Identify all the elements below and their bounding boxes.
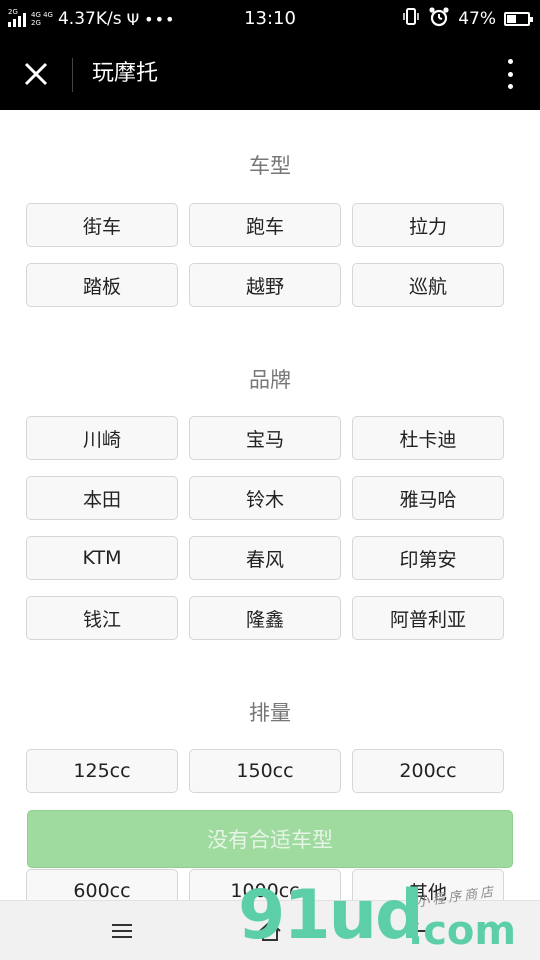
brand-option-indian[interactable]: 印第安 bbox=[352, 536, 504, 580]
brand-option-qianjiang[interactable]: 钱江 bbox=[26, 596, 178, 640]
displacement-option-200[interactable]: 200cc bbox=[352, 749, 504, 793]
watermark-tagline: 小程序商店 bbox=[415, 884, 497, 911]
no-suitable-model-button[interactable]: 没有合适车型 bbox=[27, 810, 513, 868]
battery-percent: 47% bbox=[458, 9, 496, 29]
type-option-sport[interactable]: 跑车 bbox=[189, 203, 341, 247]
watermark-main: 91ud bbox=[238, 876, 424, 955]
brand-option-bmw[interactable]: 宝马 bbox=[189, 416, 341, 460]
brand-option-aprilia[interactable]: 阿普利亚 bbox=[352, 596, 504, 640]
status-right-group: 47% bbox=[402, 0, 533, 38]
brand-option-honda[interactable]: 本田 bbox=[26, 476, 178, 520]
displacement-option-150[interactable]: 150cc bbox=[189, 749, 341, 793]
brand-option-suzuki[interactable]: 铃木 bbox=[189, 476, 341, 520]
close-button[interactable] bbox=[16, 54, 56, 94]
type-option-offroad[interactable]: 越野 bbox=[189, 263, 341, 307]
battery-icon bbox=[504, 12, 533, 26]
brand-option-loncin[interactable]: 隆鑫 bbox=[189, 596, 341, 640]
displacement-option-125[interactable]: 125cc bbox=[26, 749, 178, 793]
brand-option-ktm[interactable]: KTM bbox=[26, 536, 178, 580]
more-options-button[interactable] bbox=[500, 56, 520, 92]
status-bar: 2G 4G 4G 2G 4.37K/s Ψ ••• 13:10 47% bbox=[0, 0, 540, 38]
section-title-displacement: 排量 bbox=[249, 701, 291, 725]
page-title: 玩摩托 bbox=[92, 61, 159, 86]
title-bar: 玩摩托 bbox=[0, 38, 540, 110]
brand-option-cfmoto[interactable]: 春风 bbox=[189, 536, 341, 580]
section-title-brand: 品牌 bbox=[249, 368, 291, 392]
battery-fill bbox=[507, 15, 516, 23]
brand-option-ducati[interactable]: 杜卡迪 bbox=[352, 416, 504, 460]
close-icon bbox=[24, 62, 48, 86]
brand-option-kawasaki[interactable]: 川崎 bbox=[26, 416, 178, 460]
title-divider bbox=[72, 58, 73, 92]
section-title-type: 车型 bbox=[249, 154, 291, 178]
alarm-icon bbox=[428, 6, 450, 32]
menu-button[interactable] bbox=[102, 911, 142, 951]
type-option-street[interactable]: 街车 bbox=[26, 203, 178, 247]
type-option-rally[interactable]: 拉力 bbox=[352, 203, 504, 247]
watermark-domain: .com bbox=[408, 908, 517, 954]
vibrate-icon bbox=[402, 7, 420, 31]
watermark-logo: 91ud .com 小程序商店 bbox=[238, 876, 528, 960]
more-vertical-icon bbox=[507, 59, 513, 64]
menu-icon bbox=[112, 924, 132, 938]
brand-option-yamaha[interactable]: 雅马哈 bbox=[352, 476, 504, 520]
type-option-cruiser[interactable]: 巡航 bbox=[352, 263, 504, 307]
type-option-scooter[interactable]: 踏板 bbox=[26, 263, 178, 307]
